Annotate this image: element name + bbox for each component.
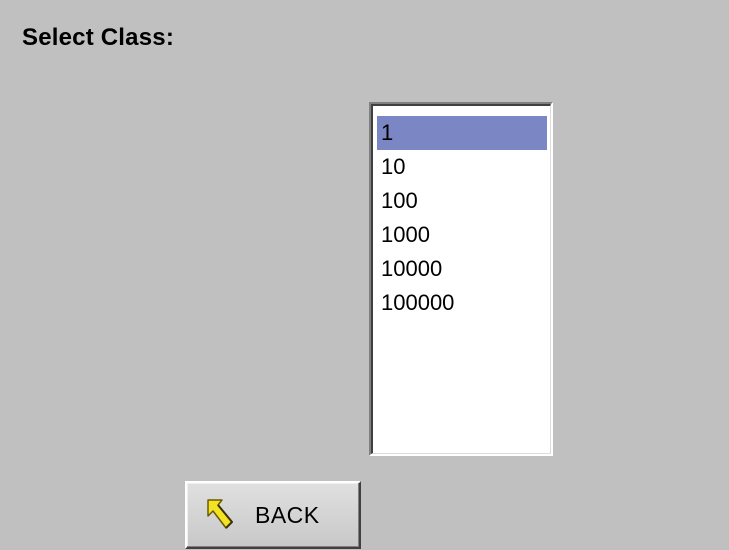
back-button-label: BACK [255, 501, 320, 528]
list-item-class[interactable]: 1 [377, 116, 547, 150]
page-title: Select Class: [22, 24, 175, 51]
list-item-class[interactable]: 100 [377, 184, 547, 218]
list-item-class[interactable]: 10000 [377, 252, 547, 286]
back-button[interactable]: BACK [185, 481, 361, 549]
list-item-class[interactable]: 1000 [377, 218, 547, 252]
list-item-class[interactable]: 10 [377, 150, 547, 184]
back-arrow-icon [205, 497, 235, 533]
list-item-class[interactable]: 100000 [377, 286, 547, 320]
class-listbox-viewport: 1 10 100 1000 10000 100000 [371, 104, 551, 454]
class-listbox[interactable]: 1 10 100 1000 10000 100000 [369, 102, 553, 456]
